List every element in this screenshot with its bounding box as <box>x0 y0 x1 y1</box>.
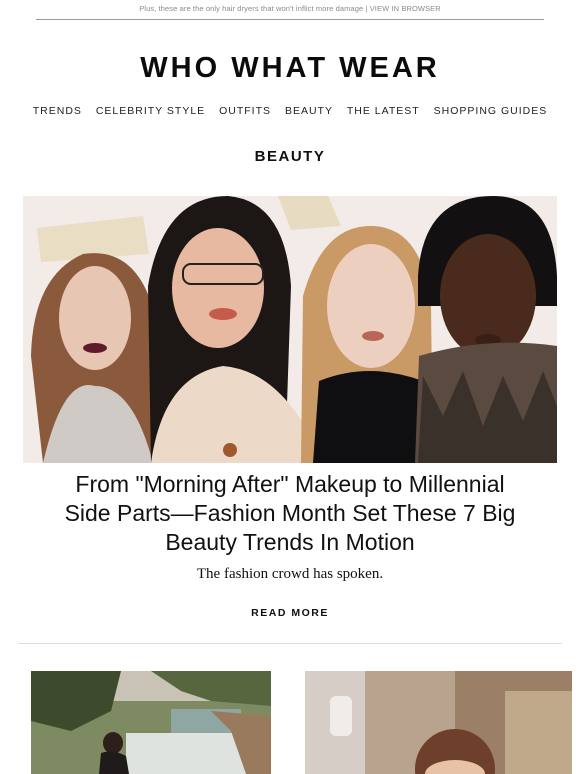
article-thumbnail[interactable] <box>305 671 572 774</box>
nav-item-the-latest[interactable]: THE LATEST <box>347 105 420 117</box>
nav-item-shopping-guides[interactable]: SHOPPING GUIDES <box>434 105 548 117</box>
nav-item-celebrity-style[interactable]: CELEBRITY STYLE <box>96 105 205 117</box>
divider <box>18 643 562 644</box>
nav-item-trends[interactable]: TRENDS <box>33 105 82 117</box>
nav-item-beauty[interactable]: BEAUTY <box>285 105 333 117</box>
brand-logo[interactable]: WHO WHAT WEAR <box>0 52 580 85</box>
hero-image[interactable] <box>23 196 557 463</box>
salon-portrait-illustration <box>305 671 572 774</box>
hero-collage-illustration <box>23 196 557 463</box>
preheader-text: Plus, these are the only hair dryers tha… <box>139 4 370 13</box>
preheader: Plus, these are the only hair dryers tha… <box>0 4 580 13</box>
nav-item-outfits[interactable]: OUTFITS <box>219 105 271 117</box>
article-thumbnail[interactable] <box>31 671 271 774</box>
feature-dek: The fashion crowd has spoken. <box>196 566 384 582</box>
waterfall-scene-illustration <box>31 671 271 774</box>
read-more-link[interactable]: READ MORE <box>0 607 580 619</box>
section-title: BEAUTY <box>254 148 326 165</box>
feature-headline[interactable]: From "Morning After" Makeup to Millennia… <box>50 470 530 557</box>
view-in-browser-link[interactable]: VIEW IN BROWSER <box>370 4 441 13</box>
main-nav: TRENDS CELEBRITY STYLE OUTFITS BEAUTY TH… <box>0 105 580 117</box>
divider <box>36 19 544 20</box>
